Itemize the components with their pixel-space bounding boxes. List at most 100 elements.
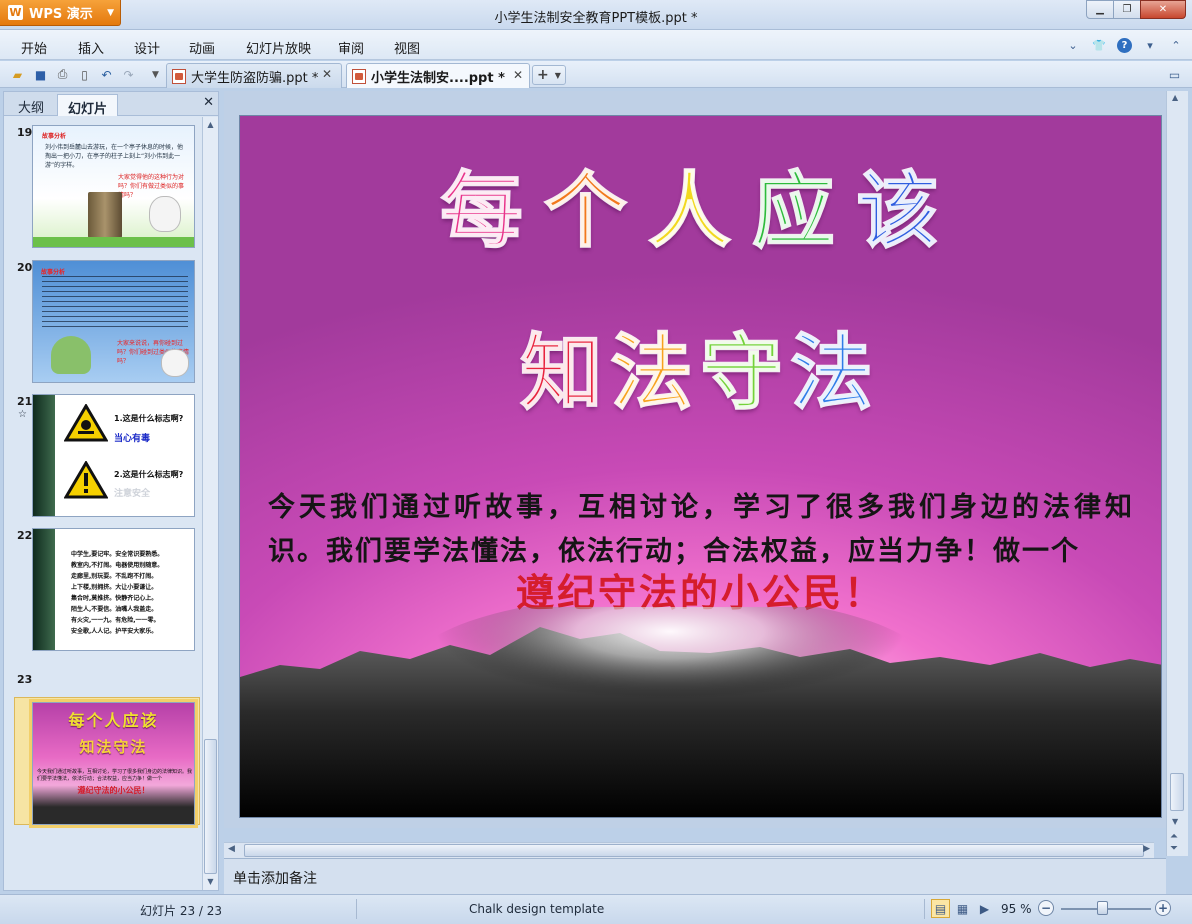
poem-line: 走廊里,别玩耍。不乱跑不打闹。 [71,573,158,580]
tab-document-2[interactable]: 小学生法制安....ppt * ✕ [346,63,530,88]
scroll-right-icon[interactable]: ▶ [1143,844,1150,854]
previous-slide-icon[interactable]: ⏶ [1170,831,1178,842]
menu-slideshow[interactable]: 幻灯片放映 [246,38,311,57]
scroll-down-icon[interactable]: ▼ [1172,817,1178,826]
open-folder-icon[interactable]: ▰ [9,66,26,83]
slide-title-line1[interactable]: 每个人应该 [240,144,1161,263]
print-icon[interactable]: ⎙ [54,66,71,83]
slide-thumbnail-22[interactable]: 中学生,要记牢。安全常识要熟悉。 教室内,不打闹。电器使用别随意。 走廊里,别玩… [32,528,195,651]
print-preview-icon[interactable]: ▯ [76,66,93,83]
sheep-cartoon-image [149,196,181,232]
scroll-left-icon[interactable]: ◀ [228,844,235,854]
quick-access-toolbar: ▰ ■ ⎙ ▯ ↶ ↷ ▼ 大学生防盗防骗.ppt * 小学生法制安....pp… [0,61,1192,88]
menu-review[interactable]: 审阅 [338,38,364,57]
menu-bar: 开始 插入 设计 动画 幻灯片放映 审阅 视图 ⌄ 👕 ? ▾ ⌃ [0,30,1192,60]
thumbnail-question-1: 1.这是什么标志啊? [114,414,184,423]
window-controls: ▁ ❐ ✕ [1086,0,1186,19]
animation-star-icon: ☆ [18,409,27,420]
slide-vertical-scrollbar[interactable]: ▲ ▼ ⏶ ⏷ [1166,91,1188,856]
scroll-up-icon[interactable]: ▲ [205,119,216,131]
tab-outline[interactable]: 大纲 [8,94,54,116]
next-slide-icon[interactable]: ⏷ [1170,843,1178,854]
zoom-in-icon[interactable]: + [1155,900,1171,916]
close-icon[interactable]: ✕ [513,68,523,82]
title-bar: W WPS 演示 ▼ 小学生法制安全教育PPT模板.ppt * ▁ ❐ ✕ [0,0,1192,30]
thumbnail-question-2: 2.这是什么标志啊? [114,470,184,479]
tab-document-1[interactable]: 大学生防盗防骗.ppt * [166,63,342,88]
slide-horizontal-scrollbar[interactable]: ◀ ▶ [224,842,1154,858]
thumbnail-list: 19 故事分析 刘小伟到岳麓山去游玩，在一个亭子休息的时候，他掏出一把小刀，在亭… [4,117,202,892]
notes-placeholder[interactable]: 单击添加备注 [233,868,317,888]
menu-view[interactable]: 视图 [394,38,420,57]
title-char: 法 [609,325,701,422]
thumbnail-body-text-lines [42,276,188,328]
save-icon[interactable]: ■ [32,66,49,83]
title-char: 法 [790,325,881,422]
slide-thumbnail-23[interactable]: 每个人应该 知法守法 今天我们通过听故事，互相讨论，学习了很多我们身边的法律知识… [32,702,195,825]
window-title: 小学生法制安全教育PPT模板.ppt * [494,11,698,26]
poem-line: 安全歌,人人记。护平安大家乐。 [71,628,158,635]
title-char: 守 [699,325,791,422]
thumbnail-poem: 中学生,要记牢。安全常识要熟悉。 教室内,不打闹。电器使用别随意。 走廊里,别玩… [71,549,194,637]
chevron-down-icon[interactable]: ⌄ [1065,37,1081,53]
panel-tabs: 大纲 幻灯片 ✕ [4,92,218,117]
thumbnail-highlight: 遵纪守法的小公民！ [77,786,150,795]
thumbnail-title: 故事分析 [41,269,66,276]
thumbnail-number: 21 [17,395,33,408]
title-char: 每 [439,163,545,260]
menu-insert[interactable]: 插入 [78,38,104,57]
customize-toolbar-icon[interactable]: ▼ [147,66,164,83]
status-bar: 幻灯片 23 / 23 Chalk design template ▤ ▦ ▶ … [0,894,1192,924]
restore-panel-icon[interactable]: ▭ [1166,66,1183,83]
ppt-file-icon [352,68,366,84]
normal-view-icon[interactable]: ▤ [931,899,950,918]
zoom-slider-knob[interactable] [1097,901,1108,915]
close-icon[interactable]: ✕ [203,95,214,110]
slide-thumbnail-panel: 大纲 幻灯片 ✕ 19 故事分析 刘小伟到岳麓山去游玩，在一个亭子休息的时候，他… [3,91,219,891]
tab-slides[interactable]: 幻灯片 [57,94,119,117]
slide-sorter-icon[interactable]: ▦ [953,899,972,918]
scrollbar-thumb[interactable] [1170,773,1184,811]
scroll-down-icon[interactable]: ▼ [205,876,216,888]
tab-label: 大学生防盗防骗.ppt * [191,70,319,86]
chalkboard-strip [33,395,55,516]
undo-icon[interactable]: ↶ [98,66,115,83]
menu-home[interactable]: 开始 [21,38,47,57]
ppt-file-icon [172,68,186,84]
slide-body-text[interactable]: 今天我们通过听故事，互相讨论，学习了很多我们身边的法律知识。我们要学法懂法，依法… [268,486,1134,574]
scrollbar-thumb[interactable] [204,739,217,874]
thumbnail-answer-2: 注意安全 [114,489,151,499]
zoom-out-icon[interactable]: − [1038,900,1054,916]
minimize-button[interactable]: ▁ [1086,0,1114,19]
current-slide[interactable]: 每个人应该 知法守法 今天我们通过听故事，互相讨论，学习了很多我们身边的法律知识… [239,115,1162,818]
close-button[interactable]: ✕ [1140,0,1186,19]
redo-icon[interactable]: ↷ [120,66,137,83]
new-tab-button[interactable]: + ▼ [532,65,566,85]
scroll-up-icon[interactable]: ▲ [1172,93,1178,102]
chevron-down-icon: ▼ [554,70,561,80]
menu-design[interactable]: 设计 [134,38,160,57]
thumbnail-scrollbar[interactable]: ▲ ▼ [202,117,218,890]
menu-animation[interactable]: 动画 [189,38,215,57]
slide-editing-area: 每个人应该 知法守法 今天我们通过听故事，互相讨论，学习了很多我们身边的法律知识… [224,91,1174,858]
caution-warning-icon [64,461,108,499]
close-icon[interactable]: ✕ [322,67,332,81]
chevron-down-icon[interactable]: ▾ [1142,37,1158,53]
ribbon-collapse-icon[interactable]: ⌃ [1168,37,1184,53]
thumbnail-title: 故事分析 [42,133,67,140]
slide-title-line2[interactable]: 知法守法 [240,306,1161,425]
slideshow-play-icon[interactable]: ▶ [975,899,994,918]
poem-line: 有火灾,一一九。有危险,一一零。 [71,617,160,624]
thumbnail-number: 23 [17,673,33,686]
maximize-button[interactable]: ❐ [1113,0,1141,19]
slide-counter: 幻灯片 23 / 23 [140,904,223,918]
help-icon[interactable]: ? [1117,37,1132,53]
poison-warning-icon [64,404,108,442]
slide-thumbnail-21[interactable]: 1.这是什么标志啊? 当心有毒 2.这是什么标志啊? 注意安全 [32,394,195,517]
slide-thumbnail-20[interactable]: 故事分析 大家来说说，再你碰到过吗？你们碰到过类似的事情吗？ [32,260,195,383]
notes-pane[interactable]: 单击添加备注 [224,858,1166,894]
scrollbar-thumb[interactable] [244,844,1144,857]
skin-shirt-icon[interactable]: 👕 [1091,37,1107,53]
slide-thumbnail-19[interactable]: 故事分析 刘小伟到岳麓山去游玩，在一个亭子休息的时候，他掏出一把小刀，在亭子的柱… [32,125,195,248]
poem-line: 上下楼,别拥挤。大让小要谦让。 [71,584,158,591]
